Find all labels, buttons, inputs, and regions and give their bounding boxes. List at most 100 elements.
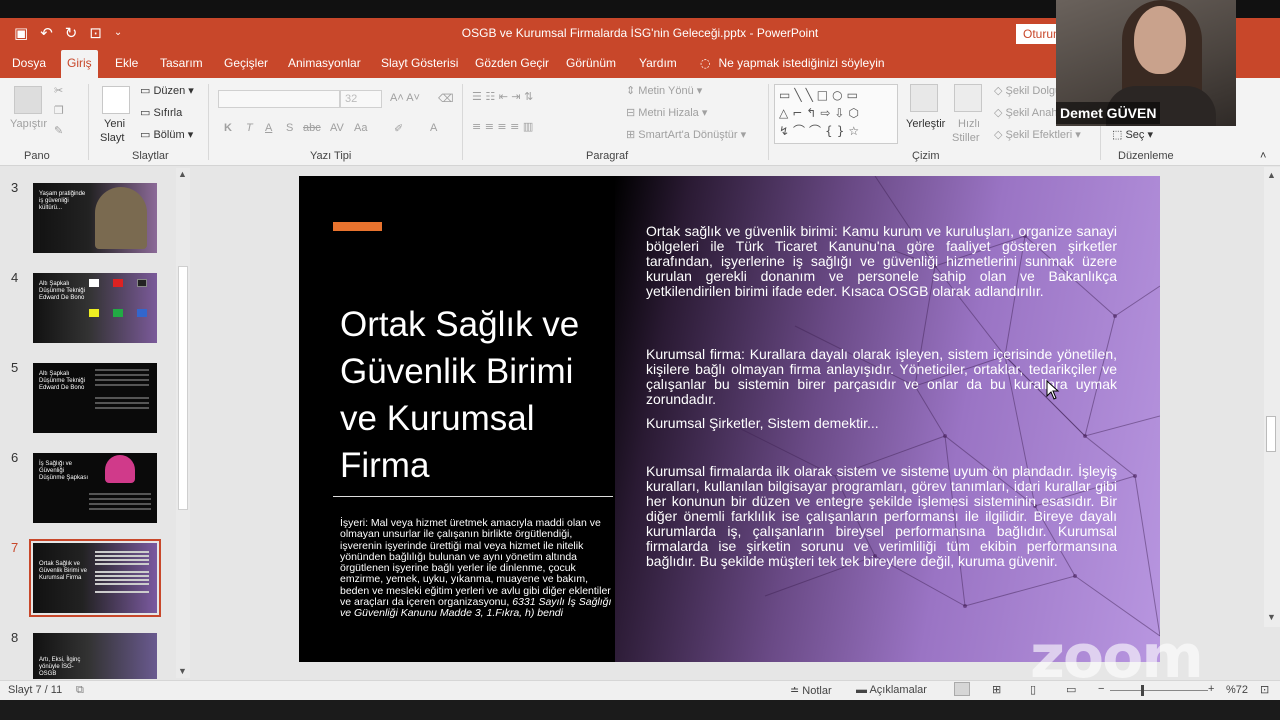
thumb-number: 8 <box>11 630 19 645</box>
format-painter-icon[interactable]: ✎ <box>54 124 63 137</box>
collapse-ribbon-icon[interactable]: ˄ <box>1260 150 1266 162</box>
ribbon-separator <box>88 84 89 160</box>
bold-button[interactable]: K <box>224 122 232 134</box>
select-button[interactable]: ⬚ Seç ▾ <box>1112 128 1153 141</box>
new-slide-icon[interactable] <box>102 86 130 114</box>
powerpoint-window: ▣ ↶ ↻ ⊡ ⌄ OSGB ve Kurumsal Firmalarda İS… <box>0 0 1280 720</box>
thumbnails-scrollbar-thumb[interactable] <box>178 266 188 510</box>
highlight-icon[interactable]: ✐ <box>394 122 403 135</box>
section-button[interactable]: ▭ Bölüm ▾ <box>140 128 193 141</box>
osgb-definition-paragraph[interactable]: Ortak sağlık ve güvenlik birimi: Kamu ku… <box>646 224 1117 299</box>
reset-button[interactable]: ▭ Sıfırla <box>140 106 182 119</box>
new-slide-label-2[interactable]: Slayt <box>100 132 124 144</box>
slide-canvas[interactable]: Ortak Sağlık ve Güvenlik Birimi ve Kurum… <box>299 176 1160 662</box>
text-direction-button[interactable]: ⇕ Metin Yönü ▾ <box>626 84 702 97</box>
thumb-number: 3 <box>11 180 19 195</box>
thumbnail-text: Artı, Eksi, İlginç yönüyle İSG-OSGB <box>39 657 81 677</box>
copy-icon[interactable]: ❐ <box>54 104 64 117</box>
normal-view-icon[interactable] <box>954 682 970 696</box>
zoom-slider[interactable] <box>1110 690 1208 691</box>
worker-illustration <box>105 455 135 483</box>
tab-giris[interactable]: Giriş <box>61 50 98 78</box>
tab-dosya[interactable]: Dosya <box>6 50 52 78</box>
slide-scrollbar[interactable] <box>1264 167 1280 627</box>
reading-view-icon[interactable]: ▯ <box>1030 683 1036 696</box>
tab-animasyonlar[interactable]: Animasyonlar <box>282 50 367 78</box>
italic-button[interactable]: T <box>246 122 253 134</box>
thumbnail-slide-5[interactable]: Altı Şapkalı Düşünme Tekniği Edward De B… <box>33 363 157 433</box>
font-color-button[interactable]: A <box>430 122 437 134</box>
slide-scrollbar-thumb[interactable] <box>1266 416 1276 452</box>
corporate-system-paragraph[interactable]: Kurumsal firmalarda ilk olarak sistem ve… <box>646 464 1117 569</box>
bullets-icon[interactable]: ☰ ☷ ⇤ ⇥ ⇅ <box>472 90 533 103</box>
slide-scroll-up-icon[interactable]: ▲ <box>1267 170 1276 180</box>
system-statement[interactable]: Kurumsal Şirketler, Sistem demektir... <box>646 416 1117 431</box>
notes-button[interactable]: ≐ Notlar <box>790 684 832 697</box>
arrange-icon[interactable] <box>910 84 938 112</box>
slide-title[interactable]: Ortak Sağlık ve Güvenlik Birimi ve Kurum… <box>340 301 620 489</box>
definition-body: İşyeri: Mal veya hizmet üretmek amacıyla… <box>340 517 611 609</box>
zoom-in-icon[interactable]: + <box>1208 683 1214 695</box>
workplace-definition-text[interactable]: İşyeri: Mal veya hizmet üretmek amacıyla… <box>340 517 612 620</box>
tab-gozden-gecir[interactable]: Gözden Geçir <box>469 50 555 78</box>
tab-gecisler[interactable]: Geçişler <box>218 50 274 78</box>
tell-me-text: Ne yapmak istediğinizi söyleyin <box>718 56 885 70</box>
tab-ekle[interactable]: Ekle <box>109 50 144 78</box>
scroll-up-icon[interactable]: ▲ <box>178 169 187 179</box>
title-divider <box>333 496 613 497</box>
strikethrough-button[interactable]: abc <box>303 122 321 134</box>
scroll-down-icon[interactable]: ▼ <box>178 666 187 676</box>
thumbnail-slide-3[interactable]: Yaşam pratiğinde iş güvenliği kültürü... <box>33 183 157 253</box>
screen-bottom-strip <box>0 700 1280 720</box>
tab-yardim[interactable]: Yardım <box>633 50 683 78</box>
thumbnail-slide-4[interactable]: Altı Şapkalı Düşünme Tekniği Edward De B… <box>33 273 157 343</box>
new-slide-label-1[interactable]: Yeni <box>104 118 125 130</box>
change-case-button[interactable]: Aa <box>354 122 367 134</box>
paste-icon[interactable] <box>14 86 42 114</box>
grow-font-icon[interactable]: A˄ A˅ <box>390 92 420 104</box>
convert-smartart-button[interactable]: ⊞ SmartArt'a Dönüştür ▾ <box>626 128 746 141</box>
tab-gorunum[interactable]: Görünüm <box>560 50 622 78</box>
tab-tasarim[interactable]: Tasarım <box>154 50 209 78</box>
fit-to-window-icon[interactable]: ⊡ <box>1260 683 1269 696</box>
hat-icon <box>113 309 123 317</box>
font-size-select[interactable]: 32 <box>340 90 382 108</box>
tell-me-search[interactable]: ◌ Ne yapmak istediğinizi söyleyin <box>700 50 885 78</box>
tab-slayt-gosterisi[interactable]: Slayt Gösterisi <box>375 50 464 78</box>
quick-styles-label-1[interactable]: Hızlı <box>958 118 980 130</box>
hat-icon <box>113 279 123 287</box>
slide-counter: Slayt 7 / 11 <box>8 684 63 696</box>
layout-button[interactable]: ▭ Düzen ▾ <box>140 84 194 97</box>
underline-button[interactable]: A <box>265 122 272 134</box>
font-family-select[interactable] <box>218 90 340 108</box>
cut-icon[interactable]: ✂ <box>54 84 63 97</box>
thumb-number: 5 <box>11 360 19 375</box>
thumbnail-slide-6[interactable]: İş Sağlığı ve Güvenliği Düşünme Şapkası <box>33 453 157 523</box>
slide-sorter-icon[interactable]: ⊞ <box>992 683 1001 696</box>
quick-styles-label-2[interactable]: Stiller <box>952 132 980 144</box>
thumbnail-slide-7[interactable]: Ortak Sağlık ve Güvenlik Birimi ve Kurum… <box>29 539 161 617</box>
clear-formatting-icon[interactable]: ⌫ <box>438 92 454 105</box>
arrange-button[interactable]: Yerleştir <box>906 118 945 130</box>
quick-styles-icon[interactable] <box>954 84 982 112</box>
zoom-slider-thumb[interactable] <box>1141 685 1144 696</box>
shape-effects-button[interactable]: ◇ Şekil Efektleri ▾ <box>994 128 1081 141</box>
zoom-level[interactable]: %72 <box>1226 684 1248 696</box>
character-spacing-button[interactable]: AV <box>330 122 344 134</box>
thumbnail-slide-8[interactable]: Artı, Eksi, İlginç yönüyle İSG-OSGB <box>33 633 157 679</box>
zoom-out-icon[interactable]: − <box>1098 683 1104 695</box>
thumbnail-text-lines <box>95 369 149 371</box>
comments-button[interactable]: ▬ Açıklamalar <box>856 684 927 696</box>
title-accent-bar <box>333 222 382 231</box>
ribbon-separator <box>462 84 463 160</box>
align-text-button[interactable]: ⊟ Metni Hizala ▾ <box>626 106 707 119</box>
thumbnail-text-lines <box>95 551 149 553</box>
slideshow-icon[interactable]: ▭ <box>1066 683 1076 696</box>
slide-scroll-down-icon[interactable]: ▼ <box>1267 612 1276 622</box>
align-icons[interactable]: ≡ ≡ ≡ ≡ ▥ <box>472 120 533 133</box>
shadow-button[interactable]: S <box>286 122 293 134</box>
accessibility-icon[interactable]: ⧉ <box>76 683 84 697</box>
shapes-gallery[interactable]: ▭╲╲□○▭ △⌐↰⇨⇩⬡ ↯⌒⌒{}☆ <box>774 84 898 144</box>
participant-name: Demet GÜVEN <box>1056 102 1161 124</box>
thumb-number: 4 <box>11 270 19 285</box>
